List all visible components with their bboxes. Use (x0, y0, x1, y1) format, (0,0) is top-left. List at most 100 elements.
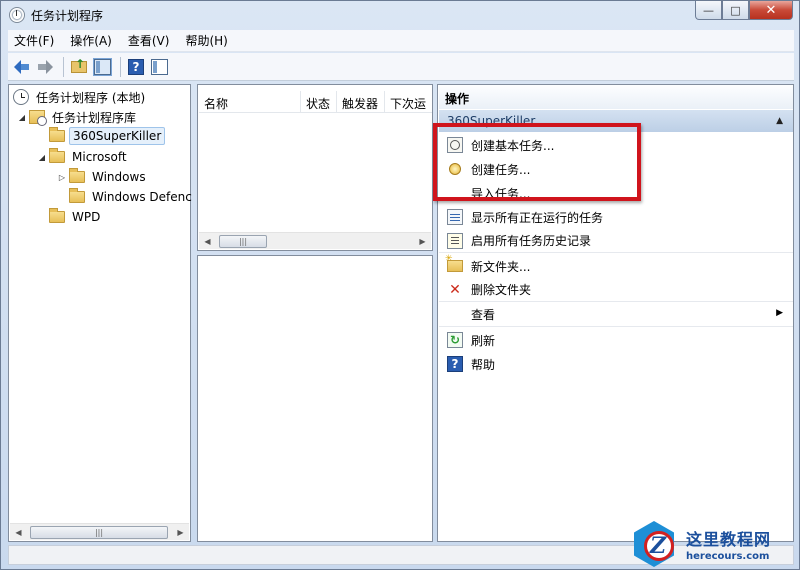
folder-icon (49, 127, 65, 142)
action-import-task[interactable]: 导入任务... (439, 181, 793, 205)
show-action-pane-button[interactable] (149, 57, 169, 77)
action-label: 新文件夹... (471, 259, 531, 274)
tree-item-360superkiller[interactable]: 360SuperKiller (49, 126, 166, 146)
folder-icon (69, 188, 85, 203)
tree-item-label: Microsoft (72, 150, 127, 164)
action-create-basic-task[interactable]: 创建基本任务... (439, 133, 793, 157)
watermark-text: 这里教程网 herecours.com (686, 526, 771, 562)
action-view-menu[interactable]: 查看 ▶ (439, 303, 793, 327)
action-label: 删除文件夹 (471, 283, 532, 297)
task-list[interactable]: 名称 状态 触发器 下次运 ◀ ||| ▶ (197, 84, 433, 251)
action-label: 启用所有任务历史记录 (471, 234, 592, 248)
scroll-left-icon[interactable]: ◀ (199, 233, 216, 250)
action-new-folder[interactable]: 新文件夹... (439, 254, 793, 278)
action-show-running-tasks[interactable]: 显示所有正在运行的任务 (439, 205, 793, 229)
back-button[interactable] (12, 57, 32, 77)
scroll-thumb[interactable]: ||| (30, 526, 168, 539)
tree-item-windows[interactable]: ▷ Windows (57, 167, 149, 187)
actions-group-header[interactable]: 360SuperKiller ▲ (439, 110, 793, 132)
action-label: 帮助 (471, 357, 496, 372)
tree-root[interactable]: 任务计划程序 (本地) (13, 87, 148, 107)
toolbar-separator (63, 56, 64, 77)
action-label: 显示所有正在运行的任务 (471, 210, 604, 225)
tree-item-label: WPD (72, 210, 101, 224)
maximize-button[interactable]: □ (722, 1, 749, 20)
action-help[interactable]: ? 帮助 (439, 352, 793, 376)
title-bar[interactable]: 任务计划程序 — □ ✕ (1, 1, 799, 29)
actions-pane: 操作 360SuperKiller ▲ 创建基本任务... 创建任务... 导入… (437, 84, 794, 542)
menu-view[interactable]: 查看(V) (122, 32, 176, 49)
column-status[interactable]: 状态 (301, 91, 337, 112)
action-label: 创建任务... (471, 162, 531, 177)
folder-icon (49, 208, 65, 223)
tree-root-label: 任务计划程序 (本地) (36, 90, 146, 105)
action-label: 查看 (471, 308, 496, 322)
action-pane-icon (150, 58, 168, 75)
tree-item-label: 360SuperKiller (69, 127, 166, 145)
tree-library-label: 任务计划程序库 (52, 110, 137, 125)
expand-arrow-icon[interactable]: ◢ (17, 113, 27, 122)
expand-arrow-icon[interactable]: ◢ (37, 153, 47, 162)
task-list-header: 名称 状态 触发器 下次运 (199, 91, 432, 113)
action-enable-history[interactable]: 启用所有任务历史记录 (439, 229, 793, 253)
close-button[interactable]: ✕ (749, 1, 793, 20)
column-trigger[interactable]: 触发器 (337, 91, 385, 112)
up-level-button[interactable] (69, 57, 89, 77)
menu-bar: 文件(F) 操作(A) 查看(V) 帮助(H) (8, 30, 794, 52)
task-detail-pane (197, 255, 433, 542)
submenu-arrow-icon: ▶ (776, 308, 783, 318)
action-refresh[interactable]: ↻ 刷新 (439, 328, 793, 352)
tree-item-wpd[interactable]: WPD (49, 207, 103, 227)
tree-library[interactable]: ◢ 任务计划程序库 (17, 107, 139, 127)
actions-title: 操作 (439, 85, 793, 109)
tree-item-label: Windows Defenc (92, 190, 192, 204)
watermark-main: 这里教程网 (686, 530, 772, 549)
task-history-icon (447, 232, 463, 249)
scroll-thumb[interactable]: ||| (219, 235, 267, 248)
blank-icon (447, 307, 463, 323)
tree-item-label: Windows (92, 170, 146, 184)
actions-group-label: 360SuperKiller (447, 114, 536, 128)
console-tree[interactable]: 任务计划程序 (本地) ◢ 任务计划程序库 360SuperKiller ◢ M… (8, 84, 192, 542)
scroll-left-icon[interactable]: ◀ (10, 524, 27, 541)
new-folder-icon (445, 254, 463, 274)
watermark-logo-icon: Z (630, 519, 682, 569)
refresh-icon: ↻ (447, 332, 463, 348)
scroll-right-icon[interactable]: ▶ (414, 233, 431, 250)
tree-horizontal-scrollbar[interactable]: ◀ ||| ▶ (10, 523, 189, 540)
action-delete-folder[interactable]: ✕ 删除文件夹 (439, 278, 793, 302)
blank-icon (447, 185, 463, 201)
list-horizontal-scrollbar[interactable]: ◀ ||| ▶ (199, 232, 431, 249)
forward-button[interactable] (35, 57, 55, 77)
task-library-icon (29, 110, 47, 126)
collapse-up-icon[interactable]: ▲ (776, 116, 783, 126)
window-controls: — □ ✕ (695, 1, 793, 21)
toolbar: ? (8, 53, 794, 81)
clock-icon (13, 89, 29, 105)
running-tasks-icon (447, 209, 463, 225)
delete-icon: ✕ (449, 281, 461, 298)
column-next-run[interactable]: 下次运 (385, 91, 432, 112)
action-label: 导入任务... (471, 186, 531, 201)
tree-item-microsoft[interactable]: ◢ Microsoft (37, 147, 130, 167)
help-icon: ? (128, 58, 144, 75)
tree-item-windows-defender[interactable]: Windows Defenc (69, 187, 195, 207)
show-hide-tree-button[interactable] (92, 57, 112, 77)
menu-file[interactable]: 文件(F) (8, 32, 60, 49)
collapsed-arrow-icon[interactable]: ▷ (57, 173, 67, 182)
clock-icon (9, 7, 25, 23)
help-button[interactable]: ? (126, 57, 146, 77)
folder-icon (69, 168, 85, 183)
menu-action[interactable]: 操作(A) (64, 32, 118, 49)
menu-help[interactable]: 帮助(H) (179, 32, 233, 49)
scroll-right-icon[interactable]: ▶ (172, 524, 189, 541)
action-create-task[interactable]: 创建任务... (439, 157, 793, 181)
task-scheduler-window: 任务计划程序 — □ ✕ 文件(F) 操作(A) 查看(V) 帮助(H) ? 任… (0, 0, 800, 570)
minimize-button[interactable]: — (695, 1, 722, 20)
action-label: 创建基本任务... (471, 138, 555, 153)
watermark-sub: herecours.com (686, 551, 770, 562)
watermark: Z 这里教程网 herecours.com (630, 518, 800, 570)
folder-icon (49, 148, 65, 163)
create-basic-task-icon (447, 137, 463, 153)
column-name[interactable]: 名称 (199, 91, 301, 112)
